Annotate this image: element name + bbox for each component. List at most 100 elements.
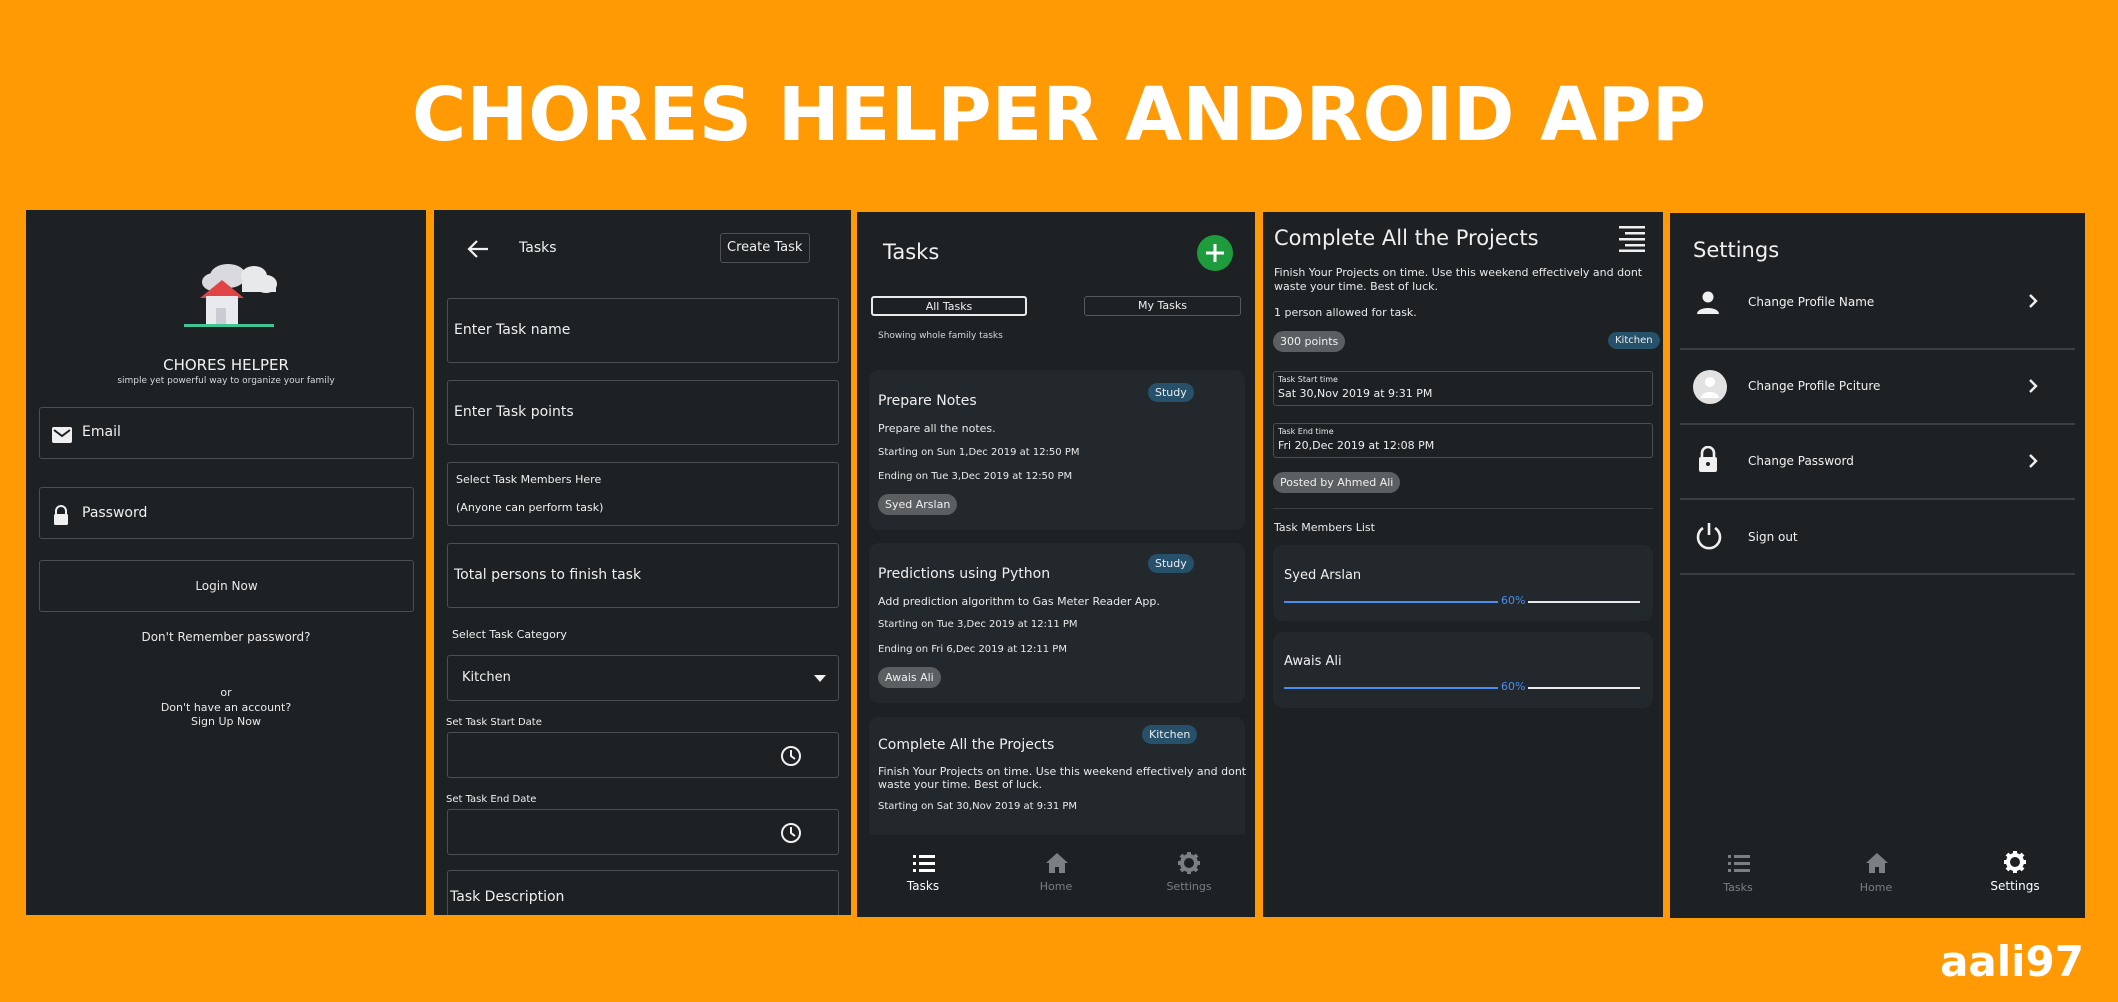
- nav-tasks[interactable]: Tasks: [883, 835, 963, 905]
- progress-fill: [1284, 601, 1498, 603]
- lock-icon: [54, 505, 68, 525]
- category-badge: Study: [1148, 383, 1194, 402]
- nav-tasks[interactable]: Tasks: [1698, 835, 1778, 905]
- task-card[interactable]: Complete All the Projects Kitchen Finish…: [869, 717, 1246, 847]
- end-time-value: Fri 20,Dec 2019 at 12:08 PM: [1278, 439, 1435, 452]
- nav-tasks-label: Tasks: [1723, 881, 1753, 894]
- list-icon: [913, 855, 935, 872]
- settings-item-change-password[interactable]: Change Password: [1680, 424, 2075, 498]
- plus-icon: [1206, 244, 1224, 262]
- progress-label: 60%: [1498, 680, 1529, 693]
- points-chip: 300 points: [1273, 331, 1346, 352]
- task-card-desc: Prepare all the notes.: [878, 422, 996, 435]
- members-title: Task Members List: [1274, 521, 1375, 534]
- screen-title: Tasks: [883, 240, 940, 264]
- lock-icon: [1699, 446, 1717, 472]
- clock-icon[interactable]: [780, 822, 802, 844]
- avatar-silhouette: [1701, 377, 1719, 398]
- member-card: Awais Ali 60%: [1273, 632, 1653, 708]
- category-badge: Kitchen: [1608, 332, 1660, 349]
- settings-item-sign-out[interactable]: Sign out: [1680, 499, 2075, 573]
- create-task-screen: Tasks Create Task Enter Task name Enter …: [434, 210, 851, 915]
- end-date-label: Set Task End Date: [446, 794, 537, 805]
- settings-item-profile-picture[interactable]: Change Profile Pciture: [1680, 349, 2075, 423]
- nav-home[interactable]: Home: [1836, 835, 1916, 905]
- app-name: CHORES HELPER: [163, 356, 289, 374]
- end-date-input[interactable]: [447, 809, 839, 855]
- start-time-label: Task Start time: [1278, 375, 1338, 384]
- login-button-label: Login Now: [195, 579, 258, 593]
- task-card[interactable]: Prepare Notes Study Prepare all the note…: [869, 370, 1245, 530]
- nav-home-label: Home: [1039, 880, 1073, 893]
- bottom-nav: Tasks Home Settings: [1670, 835, 2085, 918]
- member-name: Awais Ali: [1284, 654, 1342, 669]
- create-task-label: Create Task: [727, 240, 803, 255]
- forgot-password-link[interactable]: Don't Remember password?: [26, 630, 426, 644]
- settings-item-label: Sign out: [1748, 530, 1798, 544]
- task-card-end: Ending on Tue 3,Dec 2019 at 12:50 PM: [878, 471, 1073, 482]
- chevron-right-icon: [2029, 379, 2038, 393]
- menu-lines-icon[interactable]: [1619, 226, 1645, 252]
- chevron-right-icon: [2029, 454, 2038, 468]
- category-value: Kitchen: [462, 670, 511, 685]
- add-task-button[interactable]: [1197, 235, 1233, 271]
- chevron-right-icon: [2029, 294, 2038, 308]
- nav-settings[interactable]: Settings: [1149, 835, 1229, 905]
- nav-home-label: Home: [1859, 881, 1893, 894]
- task-points-input[interactable]: Enter Task points: [447, 380, 839, 445]
- task-card-start: Starting on Tue 3,Dec 2019 at 12:11 PM: [878, 619, 1078, 630]
- login-screen: CHORES HELPER simple yet powerful way to…: [26, 210, 426, 915]
- task-detail-screen: Complete All the Projects Finish Your Pr…: [1263, 212, 1663, 917]
- task-card-desc: Add prediction algorithm to Gas Meter Re…: [878, 595, 1160, 608]
- total-persons-placeholder: Total persons to finish task: [454, 567, 642, 583]
- task-card[interactable]: Predictions using Python Study Add predi…: [869, 543, 1245, 703]
- divider: [1273, 508, 1653, 509]
- total-persons-input[interactable]: Total persons to finish task: [447, 543, 839, 608]
- nav-settings-label: Settings: [1166, 880, 1212, 893]
- gear-icon: [1178, 852, 1200, 874]
- task-list-screen: Tasks All Tasks My Tasks Showing whole f…: [857, 212, 1255, 917]
- home-icon: [1866, 853, 1888, 873]
- detail-desc: waste your time. Best of luck.: [1274, 280, 1439, 293]
- task-card-end: Ending on Fri 6,Dec 2019 at 12:11 PM: [878, 644, 1067, 655]
- member-card: Syed Arslan 60%: [1273, 545, 1653, 621]
- house-cloud-logo: [184, 264, 277, 327]
- nav-home[interactable]: Home: [1016, 835, 1096, 905]
- task-card-title: Prepare Notes: [878, 393, 977, 409]
- end-time-box: Task End time Fri 20,Dec 2019 at 12:08 P…: [1273, 423, 1653, 458]
- clock-icon[interactable]: [780, 745, 802, 767]
- category-dropdown[interactable]: Kitchen: [447, 655, 839, 701]
- tab-all-tasks[interactable]: All Tasks: [871, 296, 1027, 316]
- signup-link[interactable]: Sign Up Now: [26, 715, 426, 728]
- assignee-chip: Awais Ali: [878, 667, 941, 688]
- page-title: CHORES HELPER ANDROID APP: [412, 72, 1706, 158]
- settings-item-profile-name[interactable]: Change Profile Name: [1680, 263, 2075, 338]
- task-description-input[interactable]: Task Description: [447, 870, 839, 915]
- posted-by-chip: Posted by Ahmed Ali: [1273, 472, 1401, 493]
- tab-my-tasks[interactable]: My Tasks: [1084, 296, 1241, 316]
- avatar-icon: [1693, 370, 1727, 404]
- allowed-persons: 1 person allowed for task.: [1274, 306, 1417, 319]
- settings-screen: Settings Change Profile Name Change Prof…: [1670, 213, 2085, 918]
- email-field[interactable]: Email: [39, 407, 414, 459]
- screen-title: Tasks: [519, 240, 557, 256]
- login-button[interactable]: Login Now: [39, 560, 414, 612]
- nav-settings[interactable]: Settings: [1975, 835, 2055, 905]
- task-name-input[interactable]: Enter Task name: [447, 298, 839, 363]
- divider: [1680, 573, 2075, 575]
- or-separator: or: [220, 686, 232, 699]
- detail-title: Complete All the Projects: [1274, 226, 1539, 250]
- back-arrow-icon[interactable]: [467, 240, 489, 258]
- tab-mine-label: My Tasks: [1138, 299, 1187, 312]
- nav-tasks-label: Tasks: [906, 879, 940, 893]
- start-date-input[interactable]: [447, 732, 839, 778]
- password-field[interactable]: Password: [39, 487, 414, 539]
- create-task-button[interactable]: Create Task: [720, 233, 810, 263]
- task-members-select[interactable]: Select Task Members Here (Anyone can per…: [447, 462, 839, 526]
- app-tagline: simple yet powerful way to organize your…: [117, 376, 335, 386]
- task-card-desc: waste your time. Best of luck.: [878, 778, 1043, 791]
- start-date-label: Set Task Start Date: [446, 717, 542, 728]
- no-account-text: Don't have an account?: [160, 701, 292, 714]
- task-card-start: Starting on Sun 1,Dec 2019 at 12:50 PM: [878, 447, 1080, 458]
- detail-desc: Finish Your Projects on time. Use this w…: [1274, 266, 1643, 279]
